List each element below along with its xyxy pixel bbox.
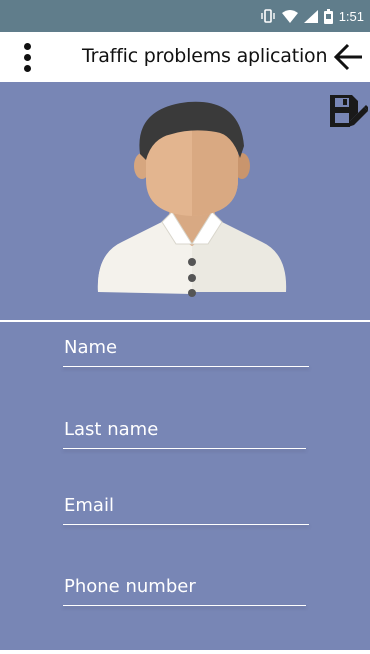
save-edit-icon[interactable] (328, 93, 370, 131)
wifi-icon (281, 9, 298, 23)
app-title: Traffic problems aplication (82, 45, 328, 67)
profile-form: Name Last name Email Phone number (0, 322, 370, 654)
email-underline (63, 524, 309, 525)
app-bar: Traffic problems aplication (0, 32, 370, 82)
last-name-placeholder: Last name (64, 419, 159, 440)
name-placeholder: Name (64, 337, 118, 358)
name-underline (63, 366, 309, 367)
name-field[interactable]: Name (63, 337, 309, 367)
user-avatar (92, 94, 292, 304)
phone-number-underline (63, 605, 306, 606)
profile-header (0, 82, 370, 320)
email-field[interactable]: Email (63, 495, 309, 525)
vibrate-icon (260, 9, 276, 23)
phone-number-placeholder: Phone number (64, 576, 196, 597)
phone-number-field[interactable]: Phone number (63, 576, 306, 606)
bottom-edge (0, 650, 370, 654)
last-name-field[interactable]: Last name (63, 419, 306, 449)
more-vert-icon[interactable] (10, 32, 44, 82)
battery-icon (323, 8, 333, 24)
signal-icon (303, 9, 318, 23)
email-placeholder: Email (64, 495, 114, 516)
status-time: 1:51 (338, 8, 364, 24)
last-name-underline (63, 448, 306, 449)
status-bar: 1:51 (0, 0, 370, 32)
arrow-back-icon[interactable] (332, 42, 364, 72)
